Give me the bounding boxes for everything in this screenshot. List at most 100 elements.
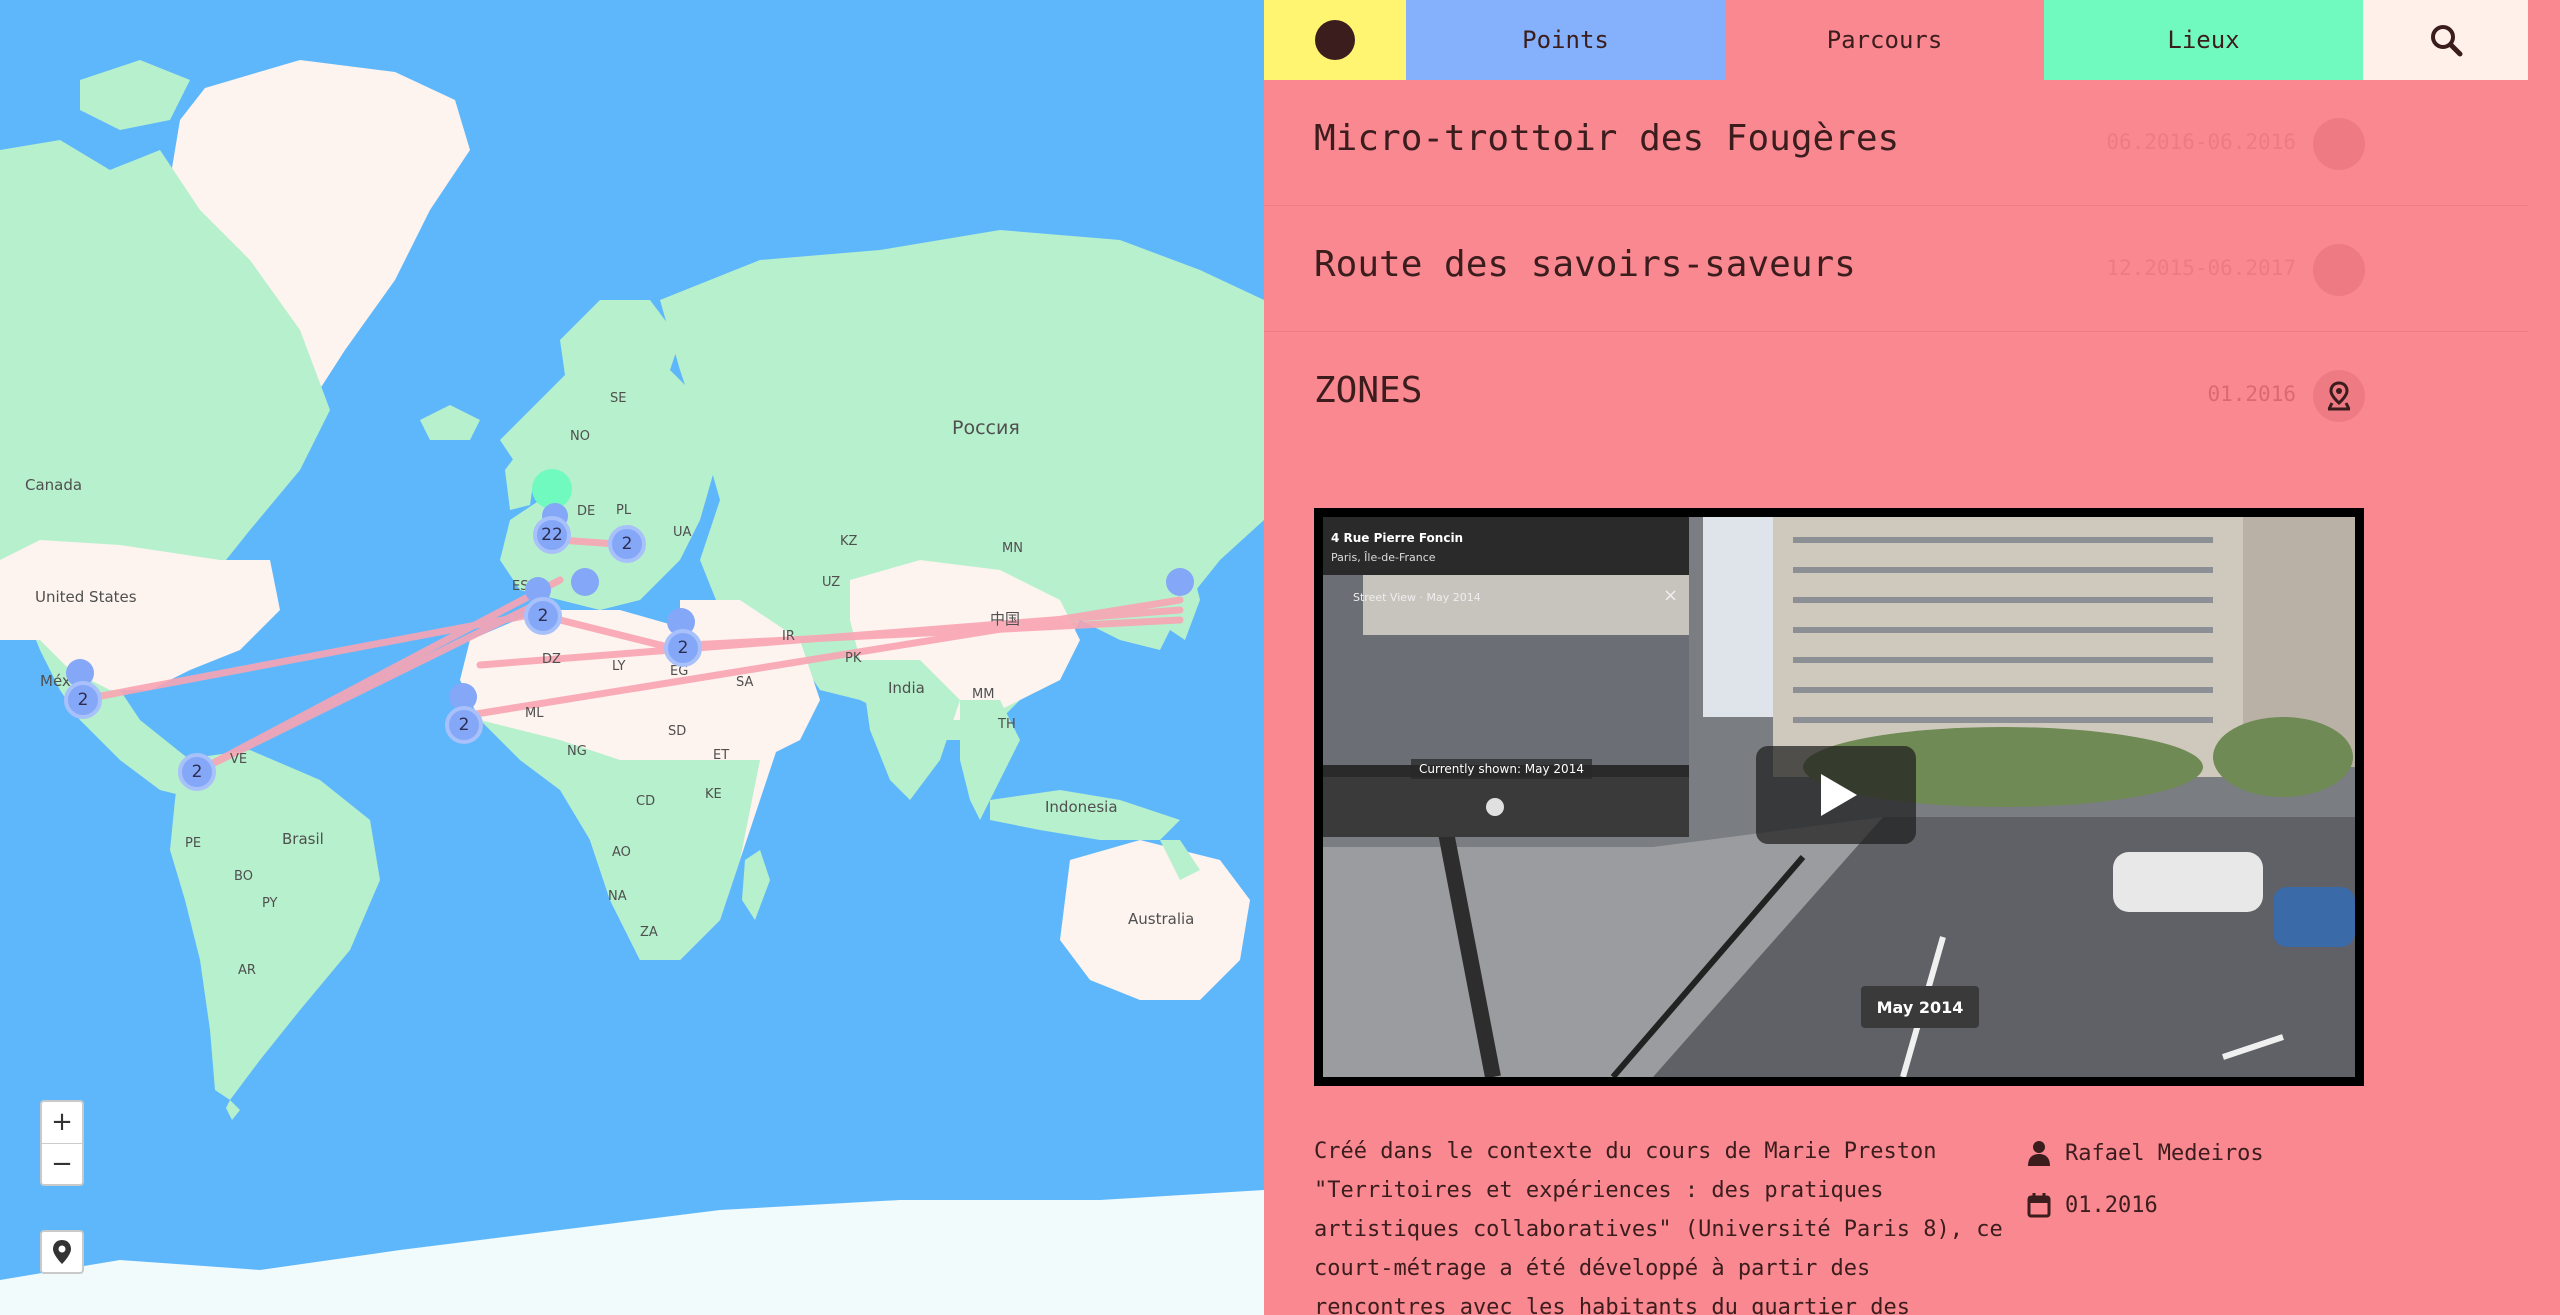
locate-button[interactable] xyxy=(40,1230,84,1274)
map-cluster-colombia[interactable]: 2 xyxy=(178,753,216,791)
svg-text:2: 2 xyxy=(538,606,549,626)
tab-lieux[interactable]: Lieux xyxy=(2044,0,2363,80)
streetview-panel-title: Street View · May 2014 xyxy=(1353,591,1481,604)
list-item-badge xyxy=(2313,244,2365,296)
close-icon: × xyxy=(1663,585,1679,606)
circle-logo-icon xyxy=(1315,20,1355,60)
video-player[interactable]: 4 Rue Pierre Foncin Paris, Île-de-France… xyxy=(1314,508,2364,1086)
label-canada: Canada xyxy=(25,476,82,494)
parcours-description: Créé dans le contexte du cours de Marie … xyxy=(1314,1139,2003,1315)
zoom-control: + − xyxy=(40,1100,84,1186)
list-item-badge[interactable] xyxy=(2313,370,2365,422)
label-mn: MN xyxy=(1002,541,1023,556)
list-item-date: 12.2015-06.2017 xyxy=(2106,256,2296,280)
video-frame[interactable]: 4 Rue Pierre Foncin Paris, Île-de-France… xyxy=(1323,517,2355,1077)
map-cluster-uk[interactable]: 22 xyxy=(533,516,571,554)
streetview-city: Paris, Île-de-France xyxy=(1331,551,1436,564)
svg-text:2: 2 xyxy=(78,690,89,710)
map-point-marker[interactable] xyxy=(571,568,599,596)
svg-text:2: 2 xyxy=(192,762,203,782)
list-item[interactable]: Route des savoirs-saveurs 12.2015-06.201… xyxy=(1264,206,2528,332)
label-mm: MM xyxy=(972,687,994,702)
label-brasil: Brasil xyxy=(282,830,324,848)
label-cd: CD xyxy=(636,794,655,809)
label-pl: PL xyxy=(616,503,632,518)
streetview-date-badge: May 2014 xyxy=(1876,998,1964,1017)
label-py: PY xyxy=(262,896,278,911)
list-item-date: 01.2016 xyxy=(2207,382,2296,406)
label-ve: VE xyxy=(230,752,247,767)
label-de: DE xyxy=(577,504,595,519)
map-pin-icon xyxy=(53,1240,71,1264)
svg-text:2: 2 xyxy=(622,534,633,554)
label-pk: PK xyxy=(845,651,862,666)
label-th: TH xyxy=(997,717,1016,732)
top-nav: Points Parcours Lieux xyxy=(1264,0,2528,80)
play-button[interactable] xyxy=(1756,746,1916,844)
home-logo-button[interactable] xyxy=(1264,0,1406,80)
antarctica-land xyxy=(0,1190,1264,1315)
zoom-out-button[interactable]: − xyxy=(42,1143,82,1184)
label-ml: ML xyxy=(525,706,544,721)
label-uz: UZ xyxy=(822,575,840,590)
tab-parcours[interactable]: Parcours xyxy=(1725,0,2044,80)
label-ng: NG xyxy=(567,744,587,759)
list-item-title: ZONES xyxy=(1314,370,1423,411)
label-indonesia: Indonesia xyxy=(1045,798,1118,816)
south-america-land xyxy=(170,750,380,1100)
calendar-icon xyxy=(2027,1193,2051,1218)
map-canvas[interactable]: Canada United States Méx Россия SE NO DE… xyxy=(0,0,1264,1315)
map-point-marker[interactable] xyxy=(532,469,572,509)
label-dz: DZ xyxy=(542,652,561,667)
label-kz: KZ xyxy=(840,534,858,549)
label-ke: KE xyxy=(705,787,722,802)
label-no: NO xyxy=(570,429,590,444)
author-meta: Rafael Medeiros xyxy=(2027,1140,2264,1166)
world-map[interactable]: Canada United States Méx Россия SE NO DE… xyxy=(0,0,1264,1315)
person-icon xyxy=(2028,1141,2050,1166)
label-china: 中国 xyxy=(990,610,1020,628)
label-se: SE xyxy=(610,391,626,406)
label-et: ET xyxy=(713,748,729,763)
map-cluster-west-africa[interactable]: 2 xyxy=(445,706,483,744)
tab-points[interactable]: Points xyxy=(1406,0,1725,80)
label-ao: AO xyxy=(612,845,631,860)
label-sd: SD xyxy=(668,724,686,739)
label-bo: BO xyxy=(234,869,253,884)
label-ua: UA xyxy=(673,525,692,540)
list-item-active[interactable]: ZONES 01.2016 xyxy=(1264,332,2528,458)
map-cluster-east-europe[interactable]: 2 xyxy=(608,525,646,563)
label-sa: SA xyxy=(736,675,753,690)
svg-text:2: 2 xyxy=(678,638,689,658)
zoom-in-button[interactable]: + xyxy=(42,1102,82,1143)
map-pin-icon xyxy=(2327,381,2351,411)
parcours-date: 01.2016 xyxy=(2065,1192,2158,1218)
search-button[interactable] xyxy=(2363,0,2528,80)
label-na: NA xyxy=(608,889,627,904)
parcours-panel: Micro-trottoir des Fougères 06.2016-06.2… xyxy=(1264,80,2528,1315)
map-cluster-france[interactable]: 2 xyxy=(524,597,562,635)
author-name: Rafael Medeiros xyxy=(2065,1140,2264,1166)
list-item[interactable]: Micro-trottoir des Fougères 06.2016-06.2… xyxy=(1264,80,2528,206)
streetview-address: 4 Rue Pierre Foncin xyxy=(1331,531,1464,545)
label-za: ZA xyxy=(640,925,658,940)
date-meta: 01.2016 xyxy=(2027,1192,2158,1218)
map-cluster-egypt[interactable]: 2 xyxy=(664,629,702,667)
streetview-currently-shown: Currently shown: May 2014 xyxy=(1411,759,1592,779)
list-item-title: Route des savoirs-saveurs xyxy=(1314,244,1856,285)
label-india: India xyxy=(888,679,925,697)
search-icon xyxy=(2430,25,2462,57)
label-australia: Australia xyxy=(1128,910,1194,928)
label-united-states: United States xyxy=(35,588,137,606)
svg-text:22: 22 xyxy=(541,525,563,545)
list-item-badge xyxy=(2313,118,2365,170)
list-item-date: 06.2016-06.2016 xyxy=(2106,130,2296,154)
play-icon xyxy=(1821,774,1857,816)
label-ar: AR xyxy=(238,963,256,978)
label-ly: LY xyxy=(612,659,626,674)
label-russia: Россия xyxy=(952,417,1020,439)
svg-text:2: 2 xyxy=(459,715,470,735)
map-cluster-mexico[interactable]: 2 xyxy=(64,681,102,719)
list-item-title: Micro-trottoir des Fougères xyxy=(1314,118,1900,159)
map-point-marker[interactable] xyxy=(1166,568,1194,596)
